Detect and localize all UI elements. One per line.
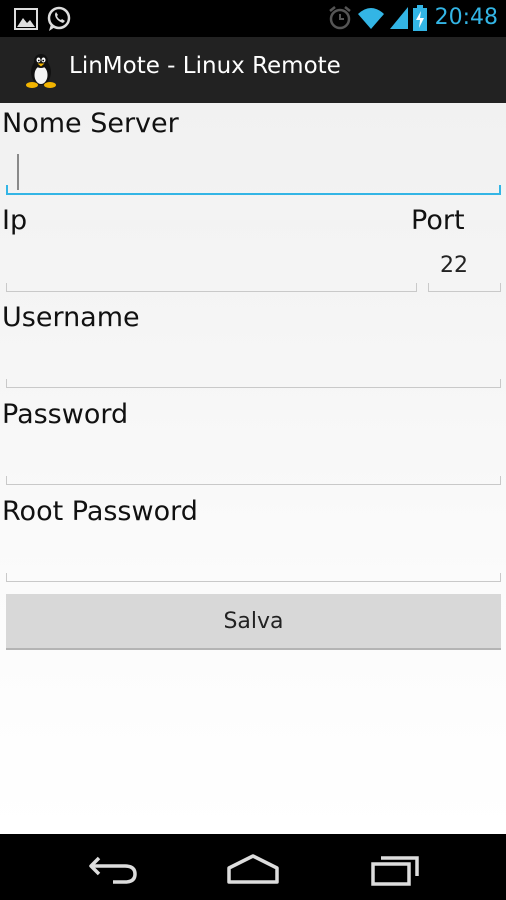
navigation-bar <box>0 834 506 900</box>
signal-icon <box>389 7 408 29</box>
ip-input[interactable] <box>6 281 417 292</box>
system-icons: 20:48 <box>327 3 498 33</box>
root-password-input[interactable] <box>6 571 501 582</box>
ip-label: Ip <box>2 205 28 236</box>
recent-apps-icon[interactable] <box>365 850 425 886</box>
notification-icons <box>14 6 72 32</box>
app-title: LinMote - Linux Remote <box>69 53 341 79</box>
root-password-label: Root Password <box>2 496 198 527</box>
wifi-icon <box>357 8 384 29</box>
password-input[interactable] <box>6 474 501 485</box>
save-button[interactable]: Salva <box>6 594 501 650</box>
back-icon[interactable] <box>83 850 143 886</box>
port-value: 22 <box>440 253 468 278</box>
alarm-icon <box>328 6 351 30</box>
home-icon[interactable] <box>223 850 283 886</box>
port-label: Port <box>411 205 465 236</box>
action-bar: LinMote - Linux Remote <box>0 37 506 103</box>
clock-time: 20:48 <box>434 5 498 30</box>
server-name-label: Nome Server <box>2 108 179 139</box>
status-bar: 20:48 <box>0 0 506 37</box>
port-input[interactable]: 22 <box>428 253 501 292</box>
gallery-icon <box>14 8 38 30</box>
username-input[interactable] <box>6 377 501 388</box>
linux-penguin-icon[interactable] <box>22 51 60 89</box>
username-label: Username <box>2 302 140 333</box>
text-cursor <box>17 154 19 190</box>
password-label: Password <box>2 399 129 430</box>
whatsapp-icon <box>47 6 71 31</box>
battery-charging-icon <box>412 5 427 31</box>
server-name-input[interactable] <box>6 183 501 195</box>
